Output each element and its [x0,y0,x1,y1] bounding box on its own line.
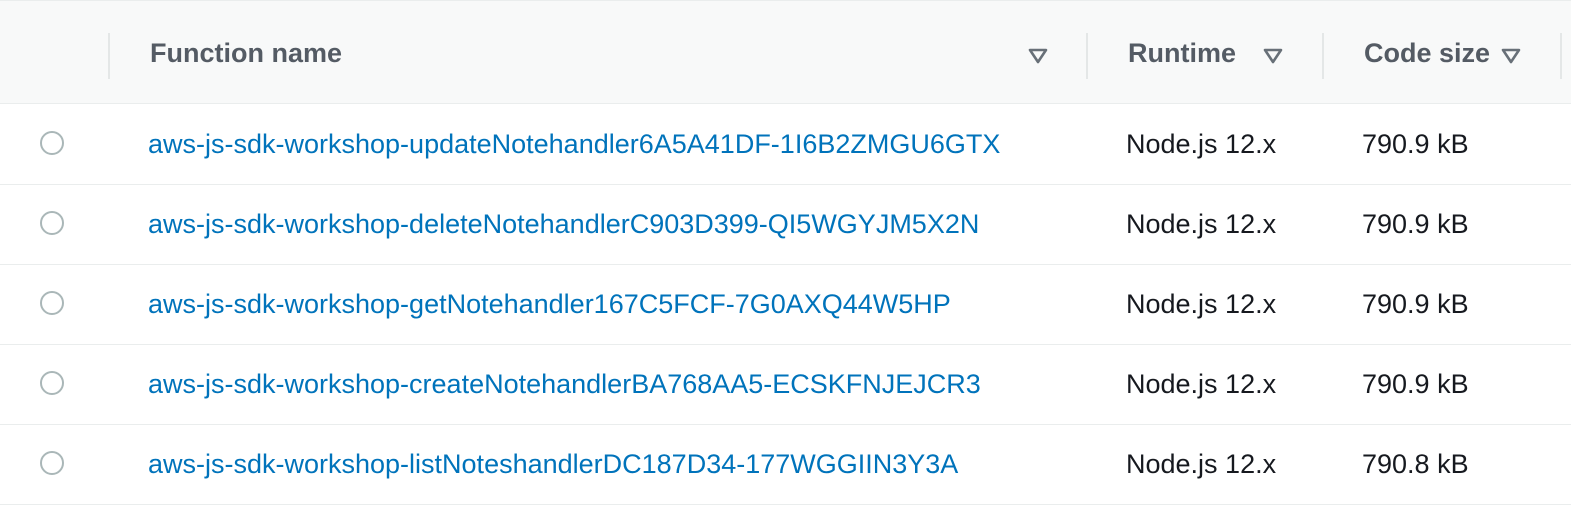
code-size-cell: 790.8 kB [1362,449,1469,479]
column-header-label: Runtime [1128,37,1236,68]
code-size-cell: 790.9 kB [1362,289,1469,319]
table-row[interactable]: aws-js-sdk-workshop-getNotehandler167C5F… [0,265,1571,345]
code-size-cell: 790.9 kB [1362,369,1469,399]
table-row[interactable]: aws-js-sdk-workshop-deleteNotehandlerC90… [0,185,1571,265]
runtime-cell: Node.js 12.x [1126,369,1277,399]
runtime-cell: Node.js 12.x [1126,209,1277,239]
row-select-radio[interactable] [40,211,64,235]
table-row[interactable]: aws-js-sdk-workshop-listNoteshandlerDC18… [0,425,1571,505]
column-header-label: Code size [1364,37,1491,68]
function-name-link[interactable]: aws-js-sdk-workshop-updateNotehandler6A5… [148,105,1000,184]
column-divider [1086,33,1088,79]
table-header: Function name Runtime Code size [0,0,1571,104]
function-name-link[interactable]: aws-js-sdk-workshop-deleteNotehandlerC90… [148,185,979,264]
function-name-link[interactable]: aws-js-sdk-workshop-listNoteshandlerDC18… [148,425,958,504]
code-size-cell: 790.9 kB [1362,129,1469,159]
column-divider [1560,33,1562,79]
column-header-runtime[interactable]: Runtime [1128,1,1236,105]
sort-down-icon[interactable] [1027,45,1049,67]
runtime-cell: Node.js 12.x [1126,129,1277,159]
sort-down-icon[interactable] [1500,45,1522,67]
row-select-radio[interactable] [40,291,64,315]
row-select-radio[interactable] [40,371,64,395]
column-header-code-size[interactable]: Code size [1364,1,1490,105]
column-divider [1322,33,1324,79]
row-select-radio[interactable] [40,451,64,475]
sort-down-icon[interactable] [1262,45,1284,67]
table-row[interactable]: aws-js-sdk-workshop-createNotehandlerBA7… [0,345,1571,425]
row-select-radio[interactable] [40,131,64,155]
column-header-function-name[interactable]: Function name [150,1,342,105]
function-name-link[interactable]: aws-js-sdk-workshop-createNotehandlerBA7… [148,345,981,424]
runtime-cell: Node.js 12.x [1126,289,1277,319]
table-row[interactable]: aws-js-sdk-workshop-updateNotehandler6A5… [0,105,1571,185]
column-divider [108,33,110,79]
functions-table: Function name Runtime Code size aws-js-s… [0,0,1571,510]
runtime-cell: Node.js 12.x [1126,449,1277,479]
code-size-cell: 790.9 kB [1362,209,1469,239]
column-header-label: Function name [150,37,343,68]
function-name-link[interactable]: aws-js-sdk-workshop-getNotehandler167C5F… [148,265,951,344]
